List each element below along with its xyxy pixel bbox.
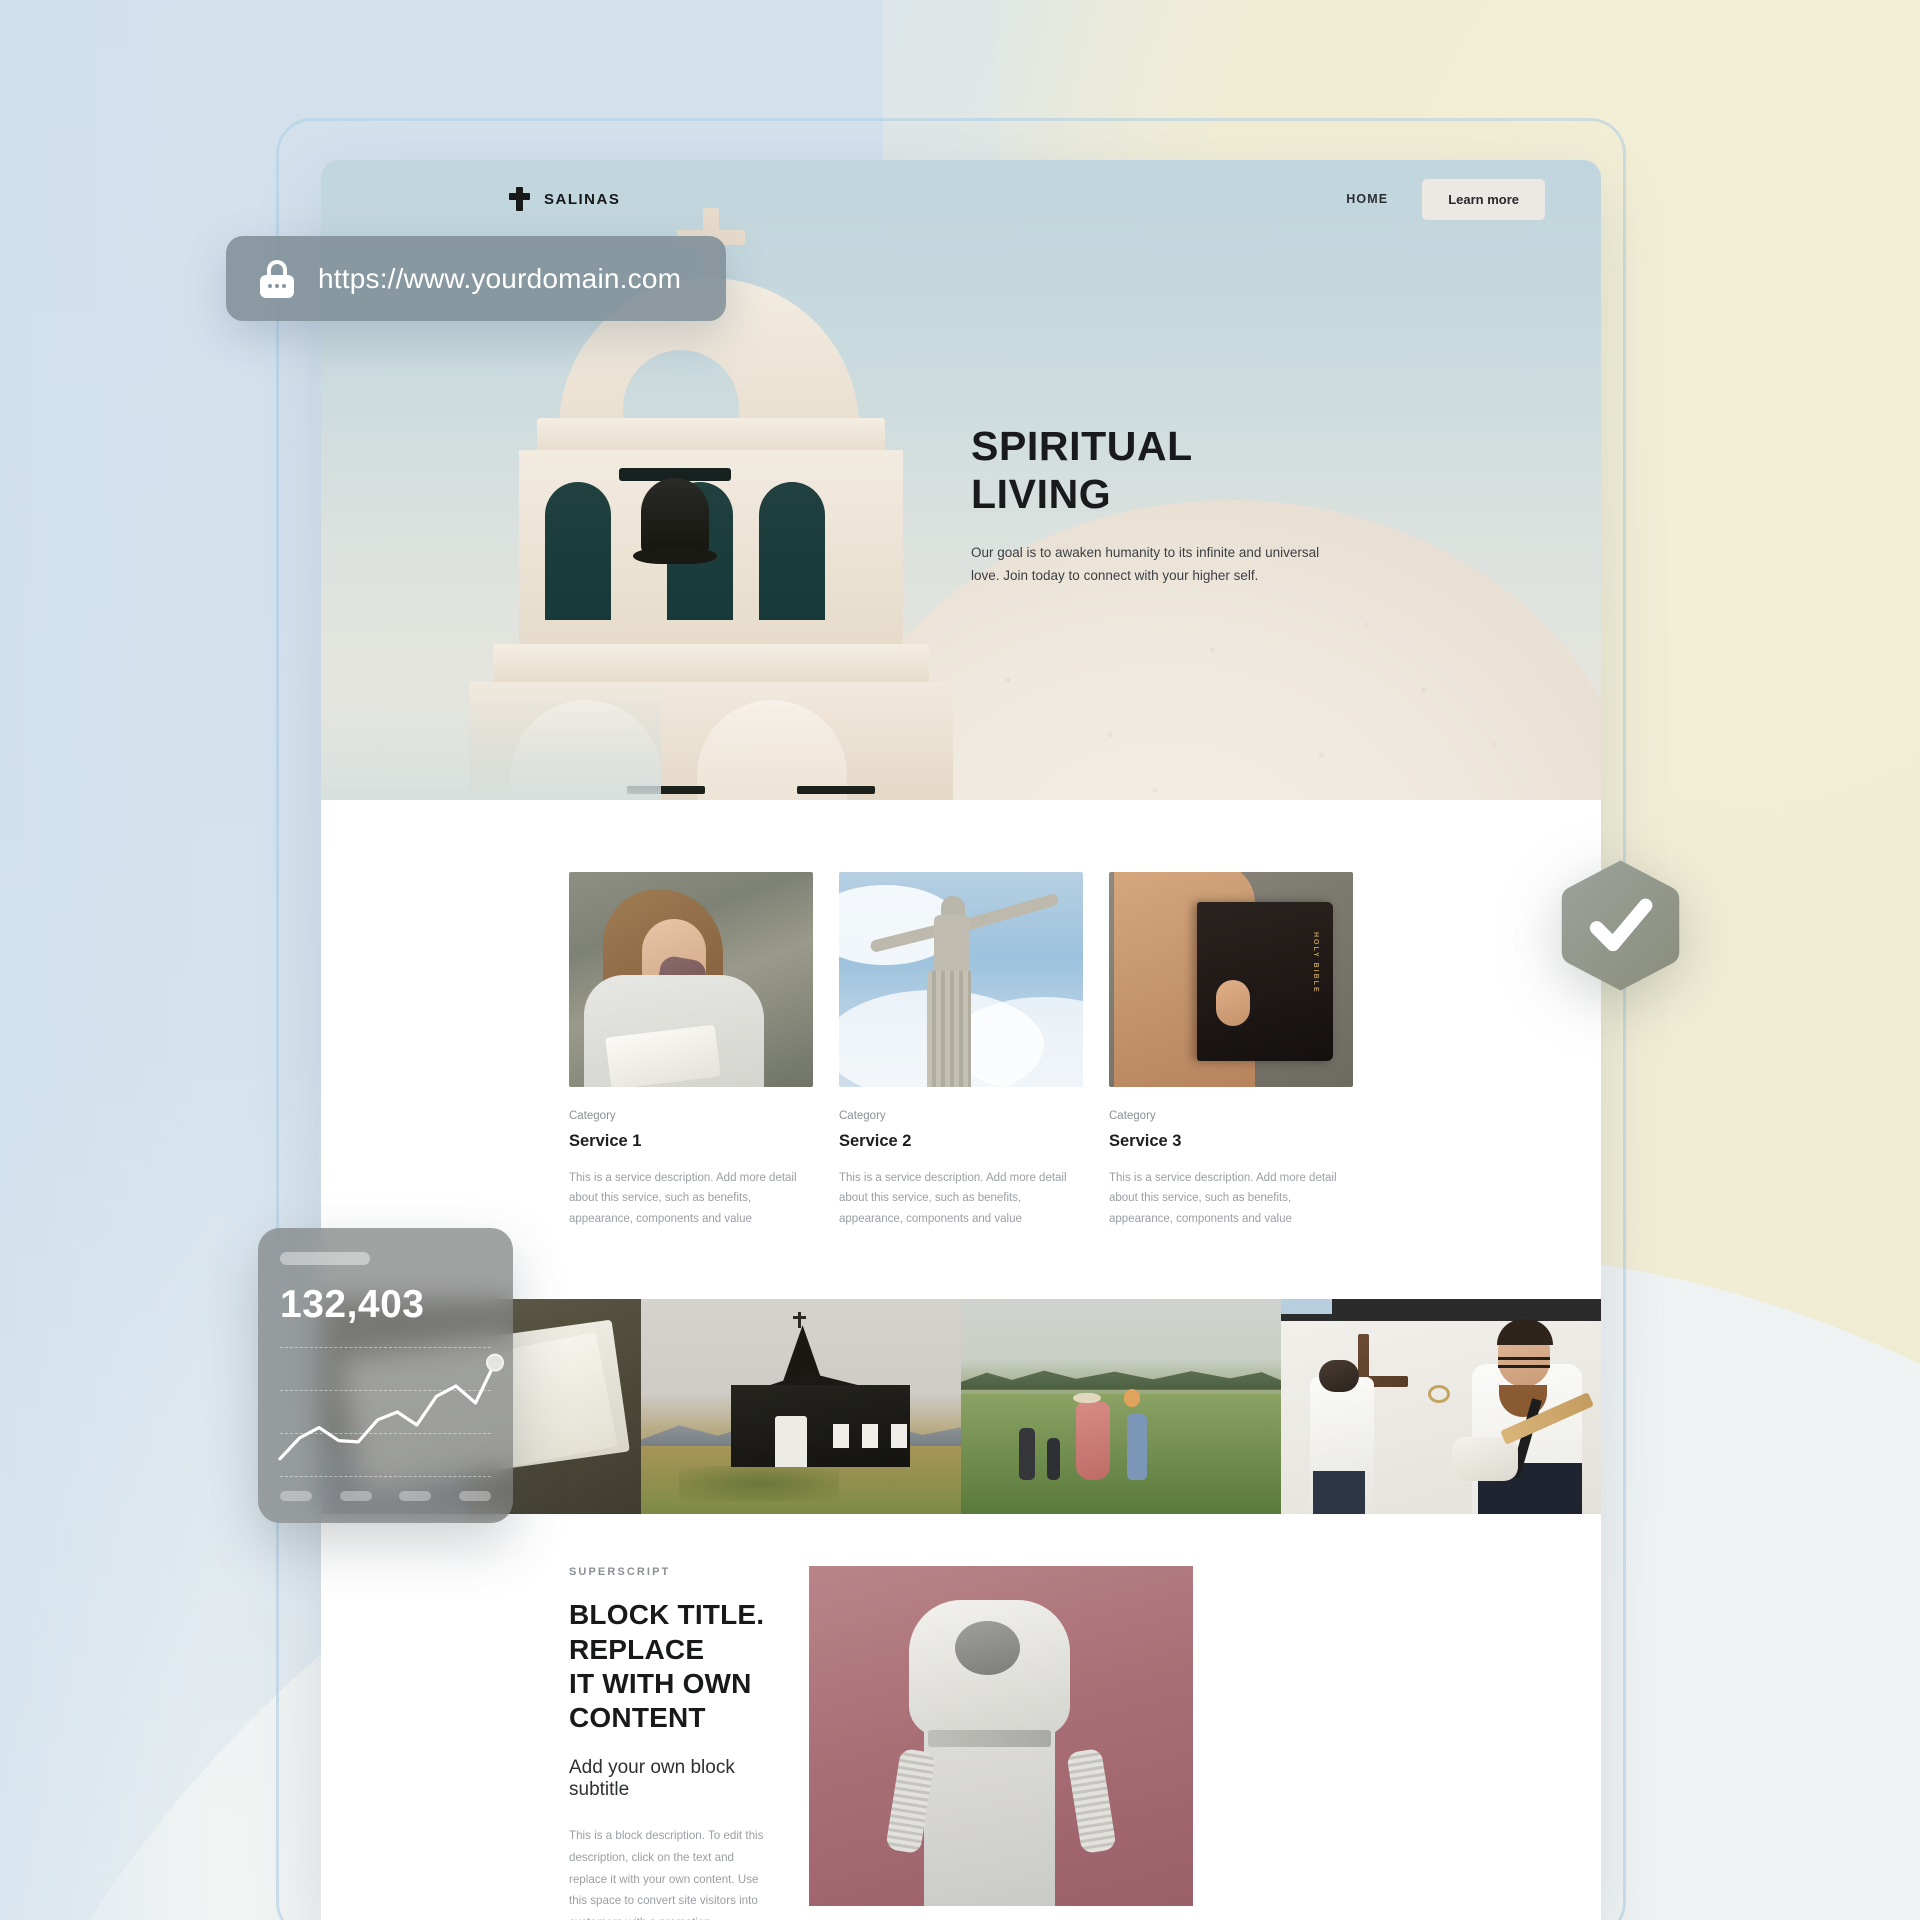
stats-value: 132,403 — [280, 1283, 425, 1326]
service-title: Service 2 — [839, 1132, 912, 1150]
background-vertical-seam — [0, 0, 210, 1920]
gallery-strip — [321, 1299, 1601, 1515]
tower-window — [545, 482, 611, 620]
browser-window: SALINAS HOME Learn more SPIRITUAL LIVING… — [321, 160, 1601, 1920]
tower-bell — [633, 478, 717, 564]
hero-title-line-2: LIVING — [971, 471, 1112, 518]
hero-subtitle: Our goal is to awaken humanity to its in… — [971, 544, 1320, 583]
hero-title: SPIRITUAL LIVING — [971, 422, 1371, 519]
service-card[interactable]: HOLY BIBLE Category Service 3 This is a … — [1109, 872, 1353, 1229]
shield-check-icon — [1561, 860, 1680, 991]
tower-rod — [797, 786, 875, 794]
brand-logo[interactable]: SALINAS — [507, 187, 620, 211]
service-category: Category — [839, 1110, 886, 1122]
tower-shelf — [493, 644, 929, 684]
nav-link-home[interactable]: HOME — [1346, 192, 1388, 206]
gallery-image-guitarist-with-cross[interactable] — [1281, 1299, 1601, 1515]
tower-lintel — [537, 418, 885, 452]
block-description: This is a block description. To edit thi… — [569, 1829, 764, 1920]
service-description: This is a service description. Add more … — [839, 1172, 1067, 1225]
learn-more-button[interactable]: Learn more — [1422, 178, 1545, 220]
lock-icon — [260, 259, 294, 298]
block-superscript: SUPERSCRIPT — [569, 1566, 671, 1579]
cross-icon — [507, 187, 531, 211]
virgin-mary-statue-image — [809, 1566, 1193, 1907]
bible-cover-text: HOLY BIBLE — [1311, 932, 1319, 994]
service-title: Service 3 — [1109, 1132, 1182, 1150]
tower-window — [759, 482, 825, 620]
block-title-line-1: BLOCK TITLE. REPLACE — [569, 1599, 765, 1665]
service-title: Service 1 — [569, 1132, 642, 1150]
service-category: Category — [1109, 1110, 1156, 1122]
service-description: This is a service description. Add more … — [569, 1172, 797, 1225]
block-title: BLOCK TITLE. REPLACE IT WITH OWN CONTENT — [569, 1598, 767, 1735]
stats-title-placeholder — [280, 1252, 370, 1265]
url-bar-overlay[interactable]: https://www.yourdomain.com — [226, 236, 726, 321]
woman-reading-book-image — [569, 872, 813, 1087]
brand-name: SALINAS — [544, 190, 621, 208]
hero-title-line-1: SPIRITUAL — [971, 423, 1193, 469]
navbar-right: HOME Learn more — [1346, 178, 1545, 220]
hero-copy: SPIRITUAL LIVING Our goal is to awaken h… — [971, 422, 1371, 587]
stats-widget-overlay[interactable]: 132,403 — [258, 1228, 513, 1523]
stats-tick-placeholders — [280, 1491, 491, 1501]
site-navbar: SALINAS HOME Learn more — [321, 160, 1601, 238]
service-category: Category — [569, 1110, 616, 1122]
service-card[interactable]: Category Service 1 This is a service des… — [569, 872, 813, 1229]
stats-line-chart — [278, 1347, 504, 1477]
services-grid: Category Service 1 This is a service des… — [377, 872, 1545, 1229]
block-subtitle: Add your own block subtitle — [569, 1757, 735, 1801]
hand-holding-holy-bible-image: HOLY BIBLE — [1109, 872, 1353, 1087]
content-block-text: SUPERSCRIPT BLOCK TITLE. REPLACE IT WITH… — [377, 1566, 767, 1920]
services-section: Category Service 1 This is a service des… — [321, 800, 1601, 1300]
url-text: https://www.yourdomain.com — [318, 262, 682, 294]
service-description: This is a service description. Add more … — [1109, 1172, 1337, 1225]
content-block-section: SUPERSCRIPT BLOCK TITLE. REPLACE IT WITH… — [321, 1514, 1601, 1920]
gallery-image-black-church[interactable] — [641, 1299, 961, 1515]
service-card[interactable]: Category Service 2 This is a service des… — [839, 872, 1083, 1229]
christ-the-redeemer-statue-image — [839, 872, 1083, 1087]
block-title-line-2: IT WITH OWN CONTENT — [569, 1667, 752, 1733]
gallery-image-family-in-field[interactable] — [961, 1299, 1281, 1515]
sparkline-svg — [278, 1353, 504, 1461]
hero-haze — [321, 680, 661, 800]
